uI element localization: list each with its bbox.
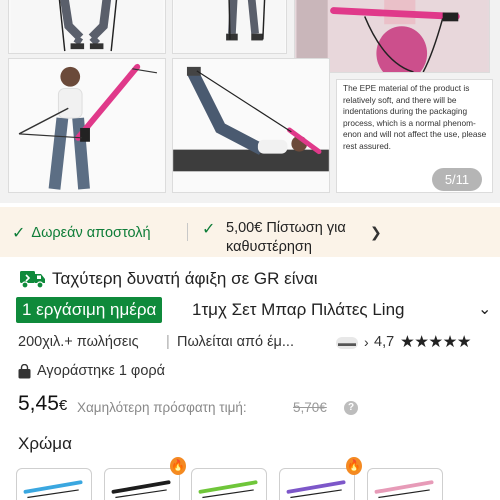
color-swatch-list: 🔥 🔥 xyxy=(0,457,500,500)
color-section-label: Χρώμα xyxy=(18,434,72,453)
fastest-arrival-text: Ταχύτερη δυνατή άφιξη σε GR είναι xyxy=(52,269,318,288)
product-photo-squat xyxy=(8,0,166,54)
image-counter-badge: 5/11 xyxy=(432,168,482,191)
help-icon[interactable]: ? xyxy=(344,401,358,415)
hot-flame-icon: 🔥 xyxy=(346,457,362,475)
chevron-down-icon[interactable]: ⌄ xyxy=(478,299,491,319)
delay-credit-label: 5,00€ Πίστωση για καθυστέρηση xyxy=(226,220,346,255)
rating-stars[interactable]: ★★★★★ xyxy=(400,332,472,352)
color-swatch-pink[interactable] xyxy=(367,468,443,500)
shipping-benefits-strip[interactable]: ✓ Δωρεάν αποστολή ✓ 5,00€ Πίστωση για κα… xyxy=(0,207,500,257)
title-row[interactable]: 1 εργάσιμη ημέρα 1τμχ Σετ Μπαρ Πιλάτες L… xyxy=(16,297,500,323)
checkmark-icon: ✓ xyxy=(12,225,26,242)
color-swatch-black[interactable] xyxy=(104,468,180,500)
product-photo-standing xyxy=(172,0,287,54)
free-shipping-label: Δωρεάν αποστολή xyxy=(31,225,151,241)
product-note-text: The EPE material of the product is relat… xyxy=(343,83,487,151)
truck-icon xyxy=(20,271,45,289)
shopping-bag-icon xyxy=(18,363,31,378)
chevron-right-icon[interactable]: › xyxy=(364,334,369,350)
old-price: 5,70€ xyxy=(293,400,327,415)
product-image-gallery[interactable]: The EPE material of the product is relat… xyxy=(0,0,500,203)
price-amount: 5,45 xyxy=(18,392,59,415)
color-swatch-blue[interactable] xyxy=(16,468,92,500)
delivery-days-badge: 1 εργάσιμη ημέρα xyxy=(16,297,163,323)
free-shipping-item: ✓ Δωρεάν αποστολή xyxy=(12,223,151,243)
sales-rating-row[interactable]: 200χιλ.+ πωλήσεις | Πωλείται από έμ... ▬… xyxy=(18,332,488,354)
bought-count-text: Αγοράστηκε 1 φορά xyxy=(37,363,166,379)
color-swatch-purple[interactable] xyxy=(279,468,355,500)
rating-value: 4,7 xyxy=(374,334,395,350)
sold-count: 200χιλ.+ πωλήσεις xyxy=(18,334,139,350)
hot-flame-icon: 🔥 xyxy=(170,457,186,475)
stats-separator: | xyxy=(166,334,170,350)
product-title[interactable]: 1τμχ Σετ Μπαρ Πιλάτες Ling xyxy=(192,297,452,323)
product-photo-woman-pulling xyxy=(8,58,166,193)
bought-count-row: Αγοράστηκε 1 φορά xyxy=(18,363,165,379)
lowest-price-label: Χαμηλότερη πρόσφατη τιμή: xyxy=(77,400,247,415)
fast-delivery-row: Ταχύτερη δυνατή άφιξη σε GR είναι xyxy=(20,268,318,290)
seller-link[interactable]: Πωλείται από έμ... xyxy=(177,334,333,350)
strip-divider xyxy=(187,223,188,241)
color-swatch-green[interactable] xyxy=(191,468,267,500)
seller-avatar[interactable]: ▬▬ xyxy=(336,337,358,349)
chevron-right-icon[interactable]: ❯ xyxy=(370,224,382,241)
current-price: 5,45€ xyxy=(18,392,67,416)
checkmark-icon: ✓ xyxy=(202,221,216,238)
product-photo-mat-exercise xyxy=(172,58,330,193)
price-currency: € xyxy=(58,397,68,414)
